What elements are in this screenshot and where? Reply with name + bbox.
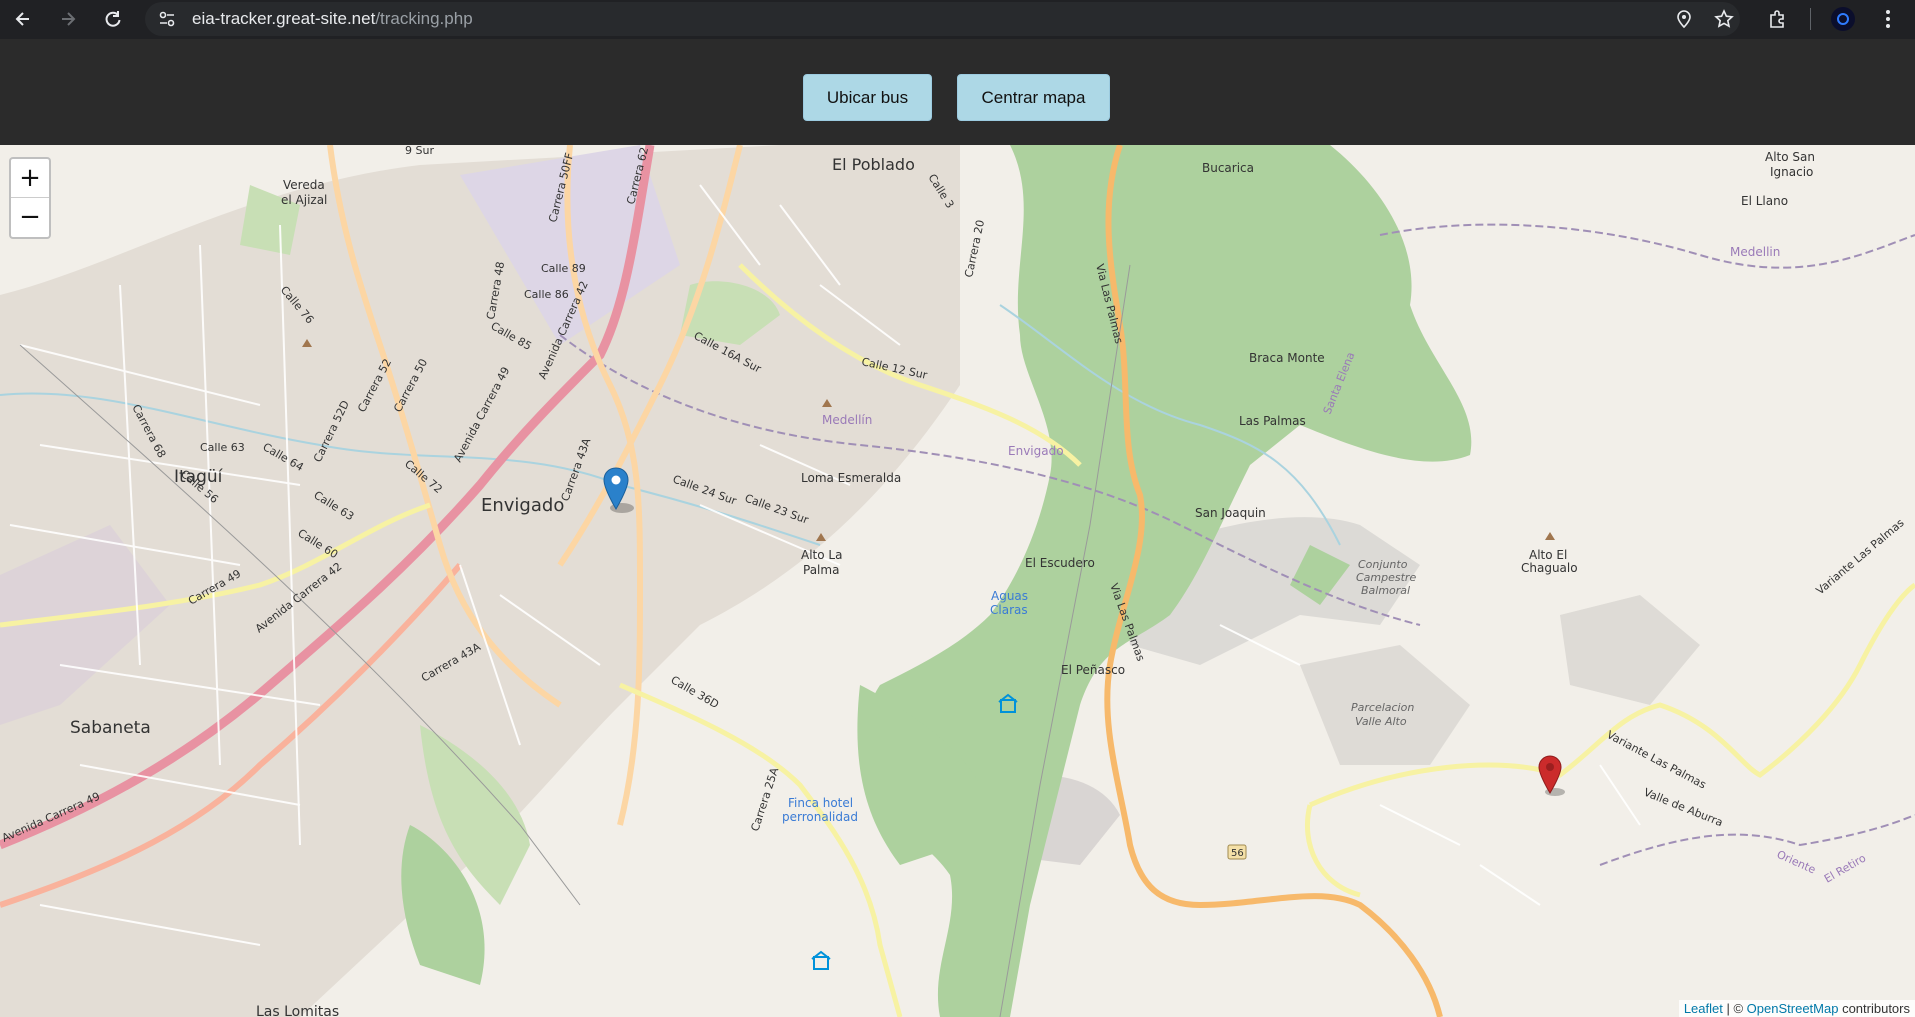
forward-icon[interactable] [54,5,82,33]
street-label: Carrera 20 [962,219,987,279]
location-icon[interactable] [1670,5,1698,33]
road-label: Variante Las Palmas [1814,516,1907,597]
attribution-separator: | © [1722,1001,1747,1016]
place-label: Valle Alto [1355,715,1407,728]
leaflet-link[interactable]: Leaflet [1684,1001,1723,1016]
place-label: Medellin [1730,245,1780,259]
place-label: Finca hotel [788,796,853,810]
place-label: Parcelacion [1351,701,1414,714]
place-label: El Retiro [1822,851,1868,885]
zoom-in-button[interactable]: + [11,159,49,198]
place-label: Conjunto [1358,558,1408,571]
place-label: Alto San [1765,150,1815,164]
url-text: eia-tracker.great-site.net/tracking.php [192,9,473,28]
place-label: Bucarica [1202,161,1254,175]
site-info-icon[interactable] [153,5,181,33]
place-label: Alto La [801,548,842,562]
place-label: El Poblado [832,155,915,174]
place-label: Palma [803,563,839,577]
reload-icon[interactable] [99,5,127,33]
attribution-suffix: contributors [1838,1001,1910,1016]
page-toolbar: Ubicar bus Centrar mapa [0,39,1915,145]
road-label: Valle de Aburra [1642,786,1725,830]
place-label: Aguas [991,589,1028,603]
place-label: Ignacio [1770,165,1813,179]
map-container[interactable]: El Poblado Envigado Itagüí Sabaneta Buca… [0,145,1915,1017]
profile-icon[interactable] [1829,5,1857,33]
street-label: Calle 86 [524,288,569,301]
place-label: El Escudero [1025,556,1095,570]
zoom-control: + − [9,157,51,239]
road-label: Variante Las Palmas [1605,728,1709,791]
extensions-icon[interactable] [1763,5,1791,33]
place-label: Las Palmas [1239,414,1306,428]
street-label: Carrera 25A [748,766,781,833]
place-label: Claras [990,603,1028,617]
place-label: Envigado [1008,444,1064,458]
place-label: perronalidad [782,810,858,824]
place-label: Sabaneta [70,718,151,738]
browser-chrome: eia-tracker.great-site.net/tracking.php [0,0,1915,39]
place-label: Balmoral [1361,584,1410,597]
zoom-out-button[interactable]: − [11,198,49,236]
center-map-button[interactable]: Centrar mapa [957,74,1110,121]
place-label: Campestre [1356,571,1416,584]
menu-icon[interactable] [1874,5,1902,33]
street-label: Calle 89 [541,262,586,275]
place-label: Medellín [822,413,872,427]
place-label: San Joaquin [1195,506,1266,520]
place-label: El Llano [1741,194,1788,208]
place-label: Alto El [1529,548,1567,562]
map-tiles: El Poblado Envigado Itagüí Sabaneta Buca… [0,145,1915,1017]
locate-bus-button[interactable]: Ubicar bus [803,74,932,121]
place-label: Loma Esmeralda [801,471,901,485]
place-label: Envigado [481,495,564,516]
place-label: Vereda [283,178,325,192]
place-label: el Ajizal [281,193,327,207]
place-label: Chagualo [1521,561,1578,575]
back-icon[interactable] [9,5,37,33]
road-label: 56 [1231,848,1244,859]
place-label: El Peñasco [1061,663,1125,677]
osm-link[interactable]: OpenStreetMap [1747,1001,1839,1016]
street-label: 9 Sur [405,145,434,157]
hotel-icon [811,950,831,970]
street-label: Calle 36D [669,673,722,711]
star-icon[interactable] [1710,5,1738,33]
peak-icon [1545,532,1555,540]
place-label: Oriente [1775,848,1818,877]
place-label: Braca Monte [1249,351,1325,365]
place-label: Las Lomitas [256,1004,339,1017]
map-attribution: Leaflet | © OpenStreetMap contributors [1678,1000,1915,1017]
street-label: Calle 63 [200,441,245,454]
toolbar-divider [1810,8,1811,30]
